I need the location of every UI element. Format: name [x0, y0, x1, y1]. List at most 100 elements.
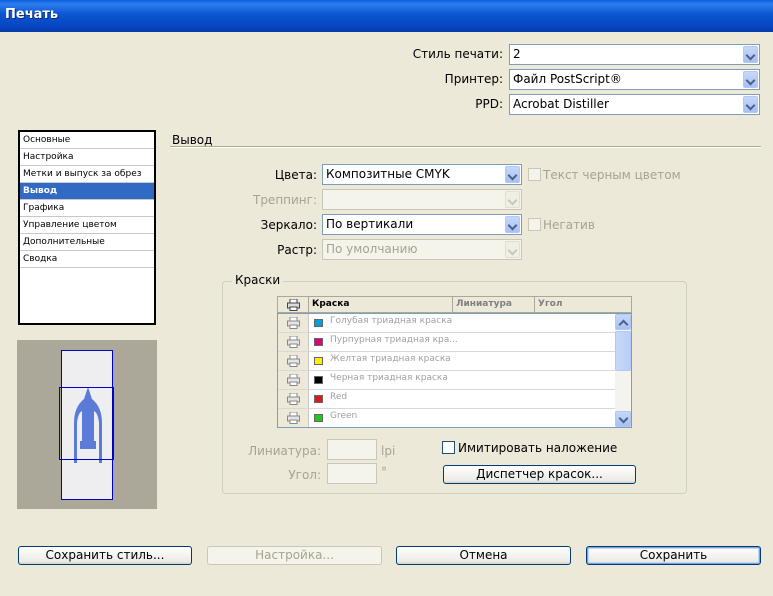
print-dialog: Печать Стиль печати: 2 Принтер: Файл Pos…: [0, 0, 773, 596]
print-preset-label: Стиль печати:: [412, 47, 503, 61]
list-item[interactable]: Green: [278, 409, 617, 427]
ppd-value: Acrobat Distiller: [513, 97, 609, 111]
screening-value: По умолчанию: [326, 242, 418, 256]
window-title: Печать: [5, 7, 59, 22]
chevron-down-icon[interactable]: [743, 96, 758, 113]
ppd-select[interactable]: Acrobat Distiller: [509, 94, 760, 115]
angle-unit: °: [381, 465, 387, 479]
print-toggle[interactable]: [278, 409, 309, 427]
ink-swatch: [314, 414, 323, 422]
scroll-down-icon[interactable]: [615, 411, 631, 427]
ink-manager-button[interactable]: Диспетчер красок...: [443, 465, 636, 484]
list-item[interactable]: Пурпурная триадная кра...: [278, 333, 617, 352]
ink-name: Голубая триадная краска: [330, 316, 453, 326]
cancel-button[interactable]: Отмена: [396, 546, 571, 565]
trapping-label: Треппинг:: [252, 193, 317, 207]
list-item[interactable]: Голубая триадная краска: [278, 314, 617, 333]
mirror-value: По вертикали: [326, 217, 414, 231]
text-black-label: Текст черным цветом: [543, 168, 681, 182]
ink-swatch: [314, 338, 323, 346]
title-bar[interactable]: Печать: [0, 0, 773, 32]
simulate-overprint-checkbox[interactable]: [442, 441, 455, 454]
ink-column-header[interactable]: Краска: [309, 297, 453, 312]
negative-checkbox[interactable]: [528, 218, 541, 231]
list-item[interactable]: Red: [278, 390, 617, 409]
print-preset-value: 2: [513, 47, 521, 61]
mirror-label: Зеркало:: [260, 218, 317, 232]
printer-icon: [287, 374, 300, 386]
category-item-marks-bleed[interactable]: Метки и выпуск за обрез: [20, 166, 154, 183]
printer-icon: [287, 336, 300, 348]
inks-scrollbar[interactable]: [615, 314, 631, 427]
category-item-graphics[interactable]: Графика: [20, 200, 154, 217]
angle-input[interactable]: [327, 463, 377, 484]
mirror-select[interactable]: По вертикали: [322, 214, 522, 235]
ink-name: Red: [330, 392, 348, 402]
category-item-setup[interactable]: Настройка: [20, 149, 154, 166]
save-button[interactable]: Сохранить: [586, 546, 761, 565]
frequency-input[interactable]: [327, 439, 377, 460]
category-item-color-management[interactable]: Управление цветом: [20, 217, 154, 234]
save-preset-button[interactable]: Сохранить стиль...: [18, 546, 192, 565]
list-item[interactable]: Черная триадная краска: [278, 371, 617, 390]
chevron-down-icon[interactable]: [505, 241, 520, 258]
print-toggle[interactable]: [278, 314, 309, 332]
printer-value: Файл PostScript®: [513, 72, 622, 86]
ink-name: Черная триадная краска: [330, 373, 448, 383]
printer-label: Принтер:: [444, 72, 503, 86]
scroll-up-icon[interactable]: [615, 314, 631, 330]
angle-column-header[interactable]: Угол: [535, 297, 631, 312]
category-item-output[interactable]: Вывод: [20, 183, 154, 200]
ink-swatch: [314, 395, 323, 403]
colors-select[interactable]: Композитные CMYK: [322, 164, 522, 185]
chevron-down-icon[interactable]: [505, 166, 520, 183]
simulate-overprint-label: Имитировать наложение: [458, 441, 618, 455]
print-toggle[interactable]: [278, 352, 309, 370]
screening-label: Растр:: [277, 243, 317, 257]
category-item-general[interactable]: Основные: [20, 132, 154, 149]
preview-bleed-frame: [59, 387, 114, 460]
print-toggle[interactable]: [278, 371, 309, 389]
print-toggle[interactable]: [278, 333, 309, 351]
category-list: Основные Настройка Метки и выпуск за обр…: [18, 130, 156, 325]
section-title: Вывод: [172, 133, 213, 147]
ppd-label: PPD:: [475, 97, 503, 111]
angle-label: Угол:: [288, 468, 321, 482]
print-toggle[interactable]: [278, 390, 309, 408]
ink-swatch: [314, 357, 323, 365]
printer-icon: [287, 355, 300, 367]
printer-select[interactable]: Файл PostScript®: [509, 69, 760, 90]
colors-label: Цвета:: [274, 168, 317, 182]
frequency-unit: lpi: [381, 444, 396, 458]
trapping-select[interactable]: [322, 189, 522, 210]
chevron-down-icon[interactable]: [505, 216, 520, 233]
category-item-summary[interactable]: Сводка: [20, 251, 154, 268]
chevron-down-icon[interactable]: [743, 46, 758, 63]
printer-icon: [287, 393, 300, 405]
section-divider: [170, 146, 761, 148]
chevron-down-icon[interactable]: [743, 71, 758, 88]
page-preview: [17, 340, 157, 509]
inks-list[interactable]: Голубая триадная краска Пурпурная триадн…: [277, 313, 632, 428]
chevron-down-icon[interactable]: [505, 191, 520, 208]
negative-label: Негатив: [543, 218, 595, 232]
screening-select[interactable]: По умолчанию: [322, 239, 522, 260]
list-item[interactable]: Желтая триадная краска: [278, 352, 617, 371]
print-preset-select[interactable]: 2: [509, 44, 760, 65]
inks-table-header: Краска Линиатура Угол: [277, 296, 632, 313]
printer-icon: [287, 317, 300, 329]
frequency-label: Линиатура:: [248, 444, 321, 458]
printer-column-header[interactable]: [278, 297, 309, 312]
printer-icon: [287, 299, 300, 311]
scroll-thumb[interactable]: [615, 331, 631, 371]
ink-name: Пурпурная триадная кра...: [330, 335, 458, 345]
text-black-checkbox[interactable]: [528, 168, 541, 181]
ink-name: Green: [330, 411, 358, 421]
ink-swatch: [314, 376, 323, 384]
category-item-advanced[interactable]: Дополнительные: [20, 234, 154, 251]
frequency-column-header[interactable]: Линиатура: [453, 297, 535, 312]
ink-swatch: [314, 319, 323, 327]
setup-button[interactable]: Настройка...: [207, 546, 382, 565]
inks-group-title: Краски: [232, 273, 284, 287]
printer-icon: [287, 412, 300, 424]
